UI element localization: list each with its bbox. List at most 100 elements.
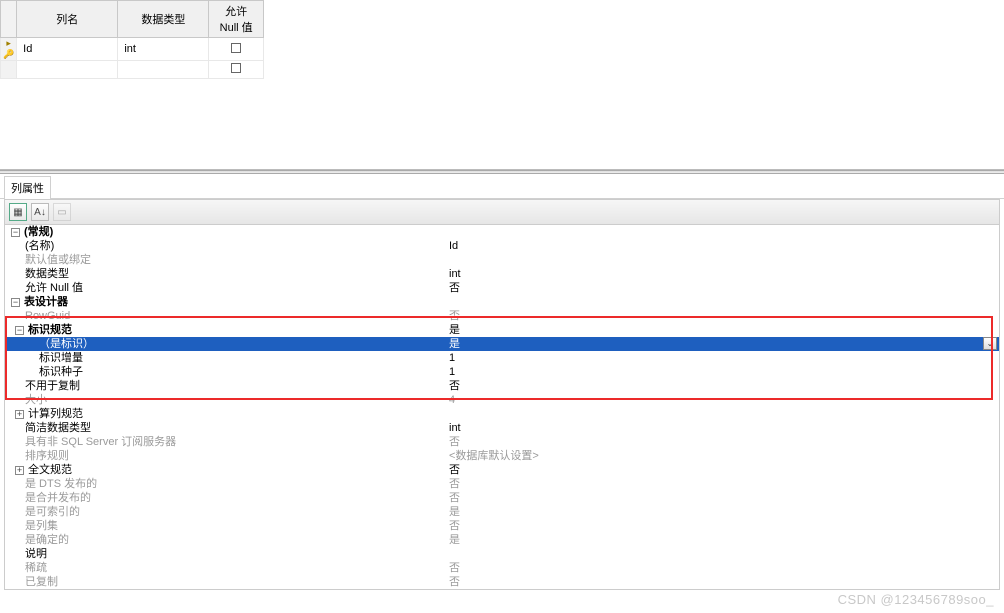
row-selector-header — [1, 1, 17, 38]
value[interactable]: int — [445, 267, 999, 281]
value: 是 — [445, 323, 999, 337]
value: 否 — [445, 477, 999, 491]
label: 允许 Null 值 — [25, 281, 83, 295]
prop-default[interactable]: 默认值或绑定 — [5, 253, 999, 267]
label: 简洁数据类型 — [25, 421, 91, 435]
prop-identity-increment[interactable]: 标识增量 1 — [5, 351, 999, 365]
value: 4 — [445, 393, 999, 407]
checkbox-icon[interactable] — [231, 63, 241, 73]
label: 是列集 — [25, 519, 58, 533]
panel-title: 列属性 — [4, 176, 51, 199]
label: RowGuid — [25, 309, 70, 323]
row-selector[interactable]: ▸🔑 — [1, 38, 17, 61]
category-general[interactable]: −(常规) — [5, 225, 999, 239]
prop-size[interactable]: 大小 4 — [5, 393, 999, 407]
header-allownull[interactable]: 允许 Null 值 — [209, 1, 264, 38]
cell-name[interactable]: Id — [17, 38, 118, 61]
prop-collation[interactable]: 排序规则 <数据库默认设置> — [5, 449, 999, 463]
prop-rowguid[interactable]: RowGuid 否 — [5, 309, 999, 323]
prop-identity-spec[interactable]: −标识规范 是 — [5, 323, 999, 337]
prop-concise-type[interactable]: 简洁数据类型 int — [5, 421, 999, 435]
prop-description[interactable]: 说明 — [5, 547, 999, 561]
property-page-button[interactable]: ▭ — [53, 203, 71, 221]
label: 标识种子 — [39, 365, 83, 379]
table-row[interactable]: ▸🔑 Id int — [1, 38, 264, 61]
watermark: CSDN @123456789soo_ — [838, 592, 994, 607]
prop-datatype[interactable]: 数据类型 int — [5, 267, 999, 281]
prop-sql-subscriber[interactable]: 具有非 SQL Server 订阅服务器 否 — [5, 435, 999, 449]
value: 否 — [445, 435, 999, 449]
value: 否 — [445, 519, 999, 533]
prop-sparse[interactable]: 稀疏 否 — [5, 561, 999, 575]
expand-icon[interactable]: + — [15, 466, 24, 475]
value[interactable]: Id — [445, 239, 999, 253]
label: 表设计器 — [24, 295, 68, 309]
dropdown-button[interactable]: ⌄ — [983, 337, 997, 350]
label: 是可索引的 — [25, 505, 80, 519]
prop-name[interactable]: (名称) Id — [5, 239, 999, 253]
prop-dts-published[interactable]: 是 DTS 发布的 否 — [5, 477, 999, 491]
collapse-icon[interactable]: − — [11, 298, 20, 307]
expand-icon[interactable]: + — [15, 410, 24, 419]
value: 否 — [445, 491, 999, 505]
collapse-icon[interactable]: − — [11, 228, 20, 237]
category-table-designer[interactable]: −表设计器 — [5, 295, 999, 309]
checkbox-icon[interactable] — [231, 43, 241, 53]
prop-indexable[interactable]: 是可索引的 是 — [5, 505, 999, 519]
cell-type[interactable]: int — [118, 38, 209, 61]
prop-deterministic[interactable]: 是确定的 是 — [5, 533, 999, 547]
prop-is-identity[interactable]: （是标识） 是⌄ — [5, 337, 999, 351]
label: 是合并发布的 — [25, 491, 91, 505]
prop-identity-seed[interactable]: 标识种子 1 — [5, 365, 999, 379]
value: 否 — [445, 309, 999, 323]
label: 稀疏 — [25, 561, 47, 575]
label: 不用于复制 — [25, 379, 80, 393]
value[interactable]: 是⌄ — [445, 337, 999, 351]
label: 是 DTS 发布的 — [25, 477, 97, 491]
column-properties-panel: 列属性 ▦ A↓ ▭ −(常规) (名称) Id 默认值或绑定 数据类型 int — [0, 174, 1004, 590]
table-row[interactable] — [1, 61, 264, 79]
value[interactable]: 否 — [445, 379, 999, 393]
label: 标识增量 — [39, 351, 83, 365]
label: 说明 — [25, 547, 47, 561]
cell-nullable[interactable] — [209, 61, 264, 79]
prop-computed-spec[interactable]: + 计算列规范 — [5, 407, 999, 421]
prop-fulltext-spec[interactable]: + 全文规范 否 — [5, 463, 999, 477]
prop-column-set[interactable]: 是列集 否 — [5, 519, 999, 533]
label: 排序规则 — [25, 449, 69, 463]
value[interactable]: 否 — [445, 281, 999, 295]
label: 数据类型 — [25, 267, 69, 281]
value: 否 — [445, 575, 999, 589]
value: 是 — [445, 505, 999, 519]
properties-toolbar: ▦ A↓ ▭ — [4, 199, 1000, 225]
columns-header-row: 列名 数据类型 允许 Null 值 — [1, 1, 264, 38]
header-datatype[interactable]: 数据类型 — [118, 1, 209, 38]
column-grid-area: 列名 数据类型 允许 Null 值 ▸🔑 Id int — [0, 0, 1004, 170]
value: 否 — [445, 561, 999, 575]
alphabetical-button[interactable]: A↓ — [31, 203, 49, 221]
prop-merge-published[interactable]: 是合并发布的 否 — [5, 491, 999, 505]
cell-nullable[interactable] — [209, 38, 264, 61]
property-grid: −(常规) (名称) Id 默认值或绑定 数据类型 int 允许 Null 值 … — [4, 225, 1000, 590]
header-colname[interactable]: 列名 — [17, 1, 118, 38]
label: (名称) — [25, 239, 54, 253]
label: 全文规范 — [28, 463, 72, 477]
value[interactable]: 1 — [445, 351, 999, 365]
prop-replicated[interactable]: 已复制 否 — [5, 575, 999, 589]
collapse-icon[interactable]: − — [15, 326, 24, 335]
prop-not-for-replication[interactable]: 不用于复制 否 — [5, 379, 999, 393]
prop-allownull[interactable]: 允许 Null 值 否 — [5, 281, 999, 295]
label: 已复制 — [25, 575, 58, 589]
value: 否 — [445, 463, 999, 477]
label: （是标识） — [39, 337, 94, 351]
value: 是 — [445, 533, 999, 547]
cell-type[interactable] — [118, 61, 209, 79]
label: 计算列规范 — [28, 407, 83, 421]
value[interactable]: 1 — [445, 365, 999, 379]
columns-table: 列名 数据类型 允许 Null 值 ▸🔑 Id int — [0, 0, 264, 79]
row-selector[interactable] — [1, 61, 17, 79]
label: 是确定的 — [25, 533, 69, 547]
cell-name[interactable] — [17, 61, 118, 79]
categorized-button[interactable]: ▦ — [9, 203, 27, 221]
value[interactable]: int — [445, 421, 999, 435]
